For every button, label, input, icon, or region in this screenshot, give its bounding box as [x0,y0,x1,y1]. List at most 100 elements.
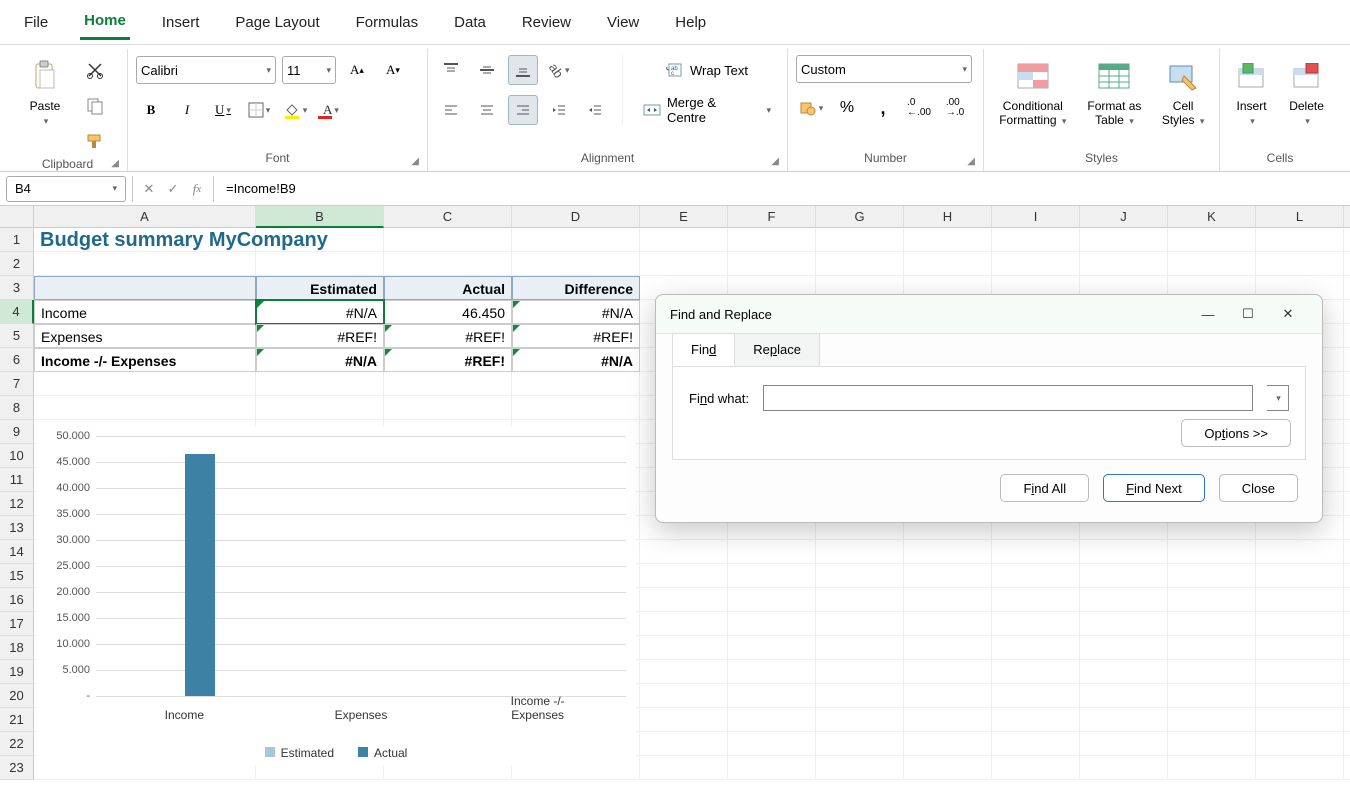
cell-E18[interactable] [640,636,728,660]
row-header-3[interactable]: 3 [0,276,34,300]
col-header-M[interactable]: M [1344,206,1350,228]
cell-L2[interactable] [1256,252,1344,276]
cell-K1[interactable] [1168,228,1256,252]
menu-formulas[interactable]: Formulas [352,6,423,39]
cell-I20[interactable] [992,684,1080,708]
align-middle-button[interactable] [472,55,502,85]
cell-M7[interactable] [1344,372,1350,396]
tab-replace[interactable]: Replace [734,333,820,366]
row-header-15[interactable]: 15 [0,564,34,588]
conditional-formatting-button[interactable]: Conditional Formatting ▾ [992,55,1074,130]
cell-F17[interactable] [728,612,816,636]
cell-A2[interactable] [34,252,256,276]
cell-K15[interactable] [1168,564,1256,588]
cell-M17[interactable] [1344,612,1350,636]
row-header-7[interactable]: 7 [0,372,34,396]
cell-D7[interactable] [512,372,640,396]
cell-H1[interactable] [904,228,992,252]
col-header-G[interactable]: G [816,206,904,228]
italic-button[interactable]: I [172,95,202,125]
delete-cells-button[interactable]: Delete▾ [1281,55,1332,130]
cell-J22[interactable] [1080,732,1168,756]
menu-view[interactable]: View [603,6,643,39]
enter-formula-button[interactable]: ✓ [161,177,185,201]
cell-J21[interactable] [1080,708,1168,732]
borders-button[interactable]: ▾ [244,95,274,125]
cell-L15[interactable] [1256,564,1344,588]
cell-C3[interactable]: Actual [384,276,512,300]
col-header-F[interactable]: F [728,206,816,228]
row-header-5[interactable]: 5 [0,324,34,348]
cell-F14[interactable] [728,540,816,564]
cell-J1[interactable] [1080,228,1168,252]
number-format-select[interactable]: Custom▾ [796,55,972,83]
cell-J2[interactable] [1080,252,1168,276]
maximize-button[interactable]: ☐ [1228,299,1268,329]
cell-A3[interactable] [34,276,256,300]
cell-M9[interactable] [1344,420,1350,444]
accounting-format-button[interactable]: ▾ [796,93,826,123]
cell-I14[interactable] [992,540,1080,564]
cell-E21[interactable] [640,708,728,732]
col-header-J[interactable]: J [1080,206,1168,228]
row-header-11[interactable]: 11 [0,468,34,492]
cell-H16[interactable] [904,588,992,612]
cell-I17[interactable] [992,612,1080,636]
cell-F22[interactable] [728,732,816,756]
cell-C4[interactable]: 46.450 [384,300,512,324]
row-header-17[interactable]: 17 [0,612,34,636]
col-header-A[interactable]: A [34,206,256,228]
cell-F20[interactable] [728,684,816,708]
row-header-21[interactable]: 21 [0,708,34,732]
cell-B6[interactable]: #N/A [256,348,384,372]
increase-font-button[interactable]: A▴ [342,55,372,85]
options-button[interactable]: Options >> [1181,419,1291,447]
cell-K20[interactable] [1168,684,1256,708]
cell-J20[interactable] [1080,684,1168,708]
row-header-16[interactable]: 16 [0,588,34,612]
cell-G22[interactable] [816,732,904,756]
cell-E1[interactable] [640,228,728,252]
row-header-2[interactable]: 2 [0,252,34,276]
cell-C2[interactable] [384,252,512,276]
col-header-C[interactable]: C [384,206,512,228]
cell-D3[interactable]: Difference [512,276,640,300]
cell-F1[interactable] [728,228,816,252]
cell-L23[interactable] [1256,756,1344,780]
cell-G1[interactable] [816,228,904,252]
cell-M12[interactable] [1344,492,1350,516]
number-launcher-icon[interactable]: ◢ [967,156,975,167]
cell-K17[interactable] [1168,612,1256,636]
cell-A5[interactable]: Expenses [34,324,256,348]
align-right-button[interactable] [508,95,538,125]
row-header-6[interactable]: 6 [0,348,34,372]
find-what-dropdown[interactable]: ▾ [1267,385,1289,411]
cell-E14[interactable] [640,540,728,564]
cell-G14[interactable] [816,540,904,564]
cell-B7[interactable] [256,372,384,396]
menu-insert[interactable]: Insert [158,6,204,39]
increase-indent-button[interactable] [580,95,610,125]
cell-G17[interactable] [816,612,904,636]
find-next-button[interactable]: Find Next [1103,474,1205,502]
cell-A8[interactable] [34,396,256,420]
col-header-E[interactable]: E [640,206,728,228]
bold-button[interactable]: B [136,95,166,125]
cell-L22[interactable] [1256,732,1344,756]
cell-H14[interactable] [904,540,992,564]
cut-button[interactable] [80,55,110,85]
col-header-D[interactable]: D [512,206,640,228]
row-header-10[interactable]: 10 [0,444,34,468]
name-box[interactable]: B4▾ [6,176,126,202]
cell-M11[interactable] [1344,468,1350,492]
cell-K21[interactable] [1168,708,1256,732]
cell-B5[interactable]: #REF! [256,324,384,348]
cell-C1[interactable] [384,228,512,252]
cell-I23[interactable] [992,756,1080,780]
find-all-button[interactable]: Find All [1000,474,1089,502]
cell-I15[interactable] [992,564,1080,588]
alignment-launcher-icon[interactable]: ◢ [771,156,779,167]
cell-K18[interactable] [1168,636,1256,660]
cell-G16[interactable] [816,588,904,612]
cell-G23[interactable] [816,756,904,780]
